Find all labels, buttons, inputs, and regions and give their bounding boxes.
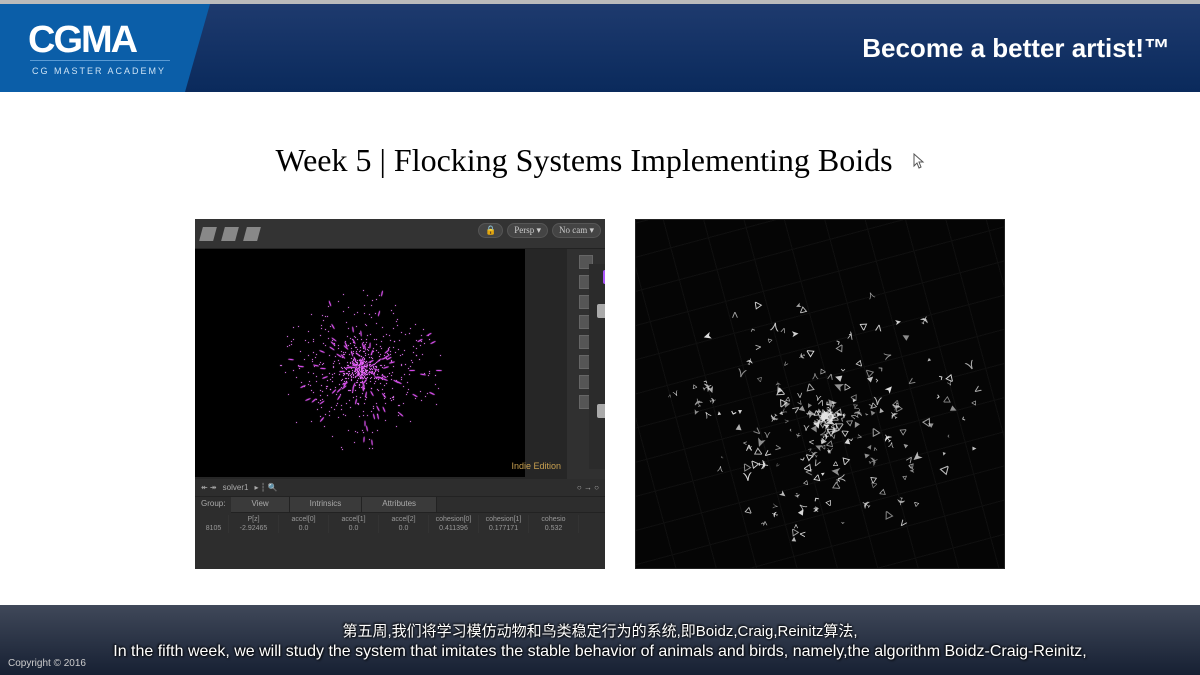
subtitle-overlay: 第五周,我们将学习模仿动物和鸟类稳定行为的系统,即Boidz,Craig,Rei… xyxy=(0,605,1200,675)
slide-body: Week 5 | Flocking Systems Implementing B… xyxy=(0,92,1200,569)
persp-pill: Persp ▾ xyxy=(507,223,548,238)
tab-view: View xyxy=(231,497,289,512)
table-row: 8105 -2.92465 0.0 0.0 0.0 0.411396 0.177… xyxy=(199,524,601,533)
node-grey xyxy=(597,404,605,418)
node-purple xyxy=(603,270,605,284)
cursor-icon xyxy=(913,153,925,174)
col-header: cohesio xyxy=(529,515,579,524)
houdini-screenshot: 🔒 Persp ▾ No cam ▾ Add Ec xyxy=(195,219,605,569)
flock-render: ᐅ➤✈˅≻▸ᐊ≻ᐅ˅˅ᐊ▸˅˅ᐊ˅⌃▸⌃˅ᐊ⌃ᐅ˅➤▸▸˅ᐊ˅˅ᐅ≻ᐊ⌃ᐅᐊ▸⌃… xyxy=(635,219,1005,569)
subtitle-english: In the fifth week, we will study the sys… xyxy=(113,643,1086,661)
cell: 0.411396 xyxy=(429,524,479,533)
slide-title: Week 5 | Flocking Systems Implementing B… xyxy=(0,142,1200,179)
cell: 0.532 xyxy=(529,524,579,533)
node-grey xyxy=(597,304,605,318)
logo-block: CGMA CG MASTER ACADEMY xyxy=(0,4,230,92)
camera-pill: No cam ▾ xyxy=(552,223,601,238)
lock-pill: 🔒 xyxy=(478,223,503,238)
svg-text:CGMA: CGMA xyxy=(28,19,138,61)
tool-icon xyxy=(199,227,217,241)
slide-title-text: Week 5 | Flocking Systems Implementing B… xyxy=(275,142,892,178)
cgma-logo: CGMA CG MASTER ACADEMY xyxy=(0,4,230,92)
row-id: 8105 xyxy=(199,524,229,533)
header-bar: CGMA CG MASTER ACADEMY Become a better a… xyxy=(0,4,1200,92)
col-header: accel[2] xyxy=(379,515,429,524)
cell: 0.0 xyxy=(379,524,429,533)
table-header-row: P[z] accel[0] accel[1] accel[2] cohesion… xyxy=(199,515,601,524)
group-label: Group: xyxy=(195,497,231,513)
cell: 0.177171 xyxy=(479,524,529,533)
node-path: solver1 xyxy=(223,483,249,492)
col-header: P[z] xyxy=(229,515,279,524)
tool-icon xyxy=(221,227,239,241)
indie-label: Indie Edition xyxy=(511,461,561,471)
tab-attributes: Attributes xyxy=(362,497,437,512)
images-row: 🔒 Persp ▾ No cam ▾ Add Ec xyxy=(0,219,1200,569)
tagline-text: Become a better artist!™ xyxy=(862,33,1170,64)
houdini-viewport xyxy=(195,249,525,477)
houdini-node-graph xyxy=(589,264,605,469)
cell: 0.0 xyxy=(329,524,379,533)
col-header: accel[0] xyxy=(279,515,329,524)
subtitle-chinese: 第五周,我们将学习模仿动物和鸟类稳定行为的系统,即Boidz,Craig,Rei… xyxy=(342,620,857,641)
houdini-spreadsheet: ↞ ↠ solver1 ▸ ┆ 🔍 ○ → ○ Group: View Intr… xyxy=(195,479,605,569)
houdini-toolbar: 🔒 Persp ▾ No cam ▾ Add Ec xyxy=(195,219,605,249)
tool-icon xyxy=(243,227,261,241)
col-header: cohesion[1] xyxy=(479,515,529,524)
cell: -2.92465 xyxy=(229,524,279,533)
svg-text:CG MASTER ACADEMY: CG MASTER ACADEMY xyxy=(32,66,166,76)
copyright-text: Copyright © 2016 xyxy=(8,658,86,669)
col-header: accel[1] xyxy=(329,515,379,524)
col-header: cohesion[0] xyxy=(429,515,479,524)
cell: 0.0 xyxy=(279,524,329,533)
tab-intrinsics: Intrinsics xyxy=(290,497,363,512)
